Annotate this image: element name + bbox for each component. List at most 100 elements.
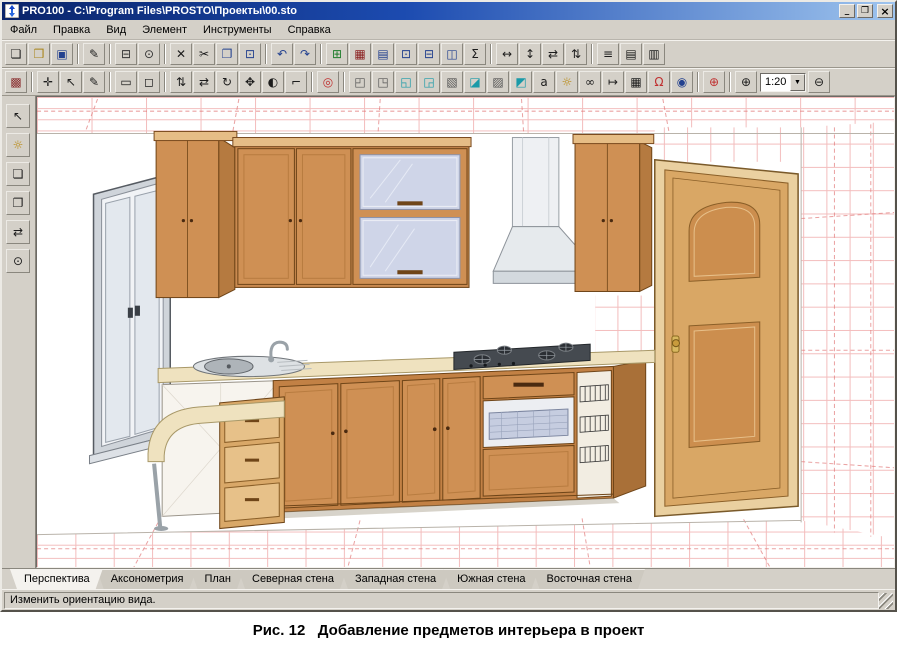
zoom-in-icon[interactable]: ⊕ (735, 71, 757, 93)
toolbar-separator (320, 44, 322, 64)
view-box-wire-icon[interactable]: ◰ (349, 71, 371, 93)
view-box-shaded-icon[interactable]: ◲ (418, 71, 440, 93)
redo-icon[interactable]: ↷ (294, 43, 316, 65)
resize-grip[interactable] (879, 593, 893, 609)
tab-south-wall[interactable]: Южная стена (443, 569, 538, 589)
toolbar-separator (164, 44, 166, 64)
tab-axonometry[interactable]: Аксонометрия (97, 569, 197, 589)
dimension-all-icon[interactable]: ⇅ (565, 43, 587, 65)
toolbar-separator (490, 44, 492, 64)
menu-edit[interactable]: Правка (45, 22, 98, 38)
page-properties-icon[interactable]: ✎ (83, 43, 105, 65)
show-top-view-icon[interactable]: ⊟ (418, 43, 440, 65)
tab-plan[interactable]: План (190, 569, 244, 589)
materials-list-icon[interactable]: ▤ (372, 43, 394, 65)
show-light-icon[interactable]: ☼ (556, 71, 578, 93)
show-dimensions-icon[interactable]: ↦ (602, 71, 624, 93)
pointer-mode-icon[interactable]: ▩ (5, 71, 27, 93)
dimension-height-icon[interactable]: ↕ (519, 43, 541, 65)
cut-icon[interactable]: ✂ (193, 43, 215, 65)
view-box-front-icon[interactable]: ◱ (395, 71, 417, 93)
link-tool-icon[interactable]: ⇄ (6, 220, 30, 244)
menu-element[interactable]: Элемент (134, 22, 195, 38)
price-list-icon[interactable]: ⊞ (326, 43, 348, 65)
toolbar-standard: ❏❒▣✎⊟⊙✕✂❐⊡↶↷⊞▦▤⊡⊟◫Σ↔↕⇄⇅≡▤▥ (2, 40, 895, 68)
undo-icon[interactable]: ↶ (271, 43, 293, 65)
align-vertical-icon[interactable]: ⇅ (170, 71, 192, 93)
draw-pencil-icon[interactable]: ✎ (83, 71, 105, 93)
tab-west-wall[interactable]: Западная стена (341, 569, 449, 589)
arrange-tool-icon[interactable]: ❐ (6, 191, 30, 215)
paste-icon[interactable]: ⊡ (239, 43, 261, 65)
menu-file[interactable]: Файл (2, 22, 45, 38)
statusbar: Изменить ориентацию вида. (2, 589, 895, 610)
toolbar-tools: ↖ ☼ ❏ ❐ ⇄ ⊙ (2, 96, 36, 568)
snap-center-icon[interactable]: ◎ (317, 71, 339, 93)
report-elements-icon[interactable]: ▤ (620, 43, 642, 65)
save-icon[interactable]: ▣ (51, 43, 73, 65)
move-element-icon[interactable]: ✥ (239, 71, 261, 93)
cut-list-icon[interactable]: ▦ (349, 43, 371, 65)
delete-icon[interactable]: ✕ (170, 43, 192, 65)
wall-cabinet-left[interactable] (154, 131, 237, 297)
tab-perspective[interactable]: Перспектива (10, 569, 103, 589)
toolbar-view: ▩ ✛↖✎ ▭◻ ⇅⇄↻✥◐⌐ ◎ ◰◳◱◲▧◪▨◩a☼∞↦▦Ω◉ ⊕ ⊕ 1:20 ▼ ⊖ (2, 68, 895, 96)
snap-sphere-icon[interactable]: ◉ (671, 71, 693, 93)
selection-lasso-icon[interactable]: ◻ (138, 71, 160, 93)
show-3d-view-icon[interactable]: ◫ (441, 43, 463, 65)
menu-view[interactable]: Вид (98, 22, 134, 38)
new-document-icon[interactable]: ❏ (5, 43, 27, 65)
toolbar-separator (31, 72, 33, 92)
mirror-icon[interactable]: ◐ (262, 71, 284, 93)
snap-target-icon[interactable]: ⊕ (703, 71, 725, 93)
menu-tools[interactable]: Инструменты (195, 22, 280, 38)
toolbar-separator (311, 72, 313, 92)
interior-door[interactable] (655, 160, 798, 517)
show-glasses-icon[interactable]: ∞ (579, 71, 601, 93)
zoom-out-icon[interactable]: ⊖ (808, 71, 830, 93)
align-horizontal-icon[interactable]: ⇄ (193, 71, 215, 93)
view-box-outline-icon[interactable]: ◩ (510, 71, 532, 93)
open-folder-icon[interactable]: ❒ (28, 43, 50, 65)
tab-north-wall[interactable]: Северная стена (238, 569, 347, 589)
close-button[interactable]: × (877, 4, 893, 18)
view-box-edges-icon[interactable]: ◪ (464, 71, 486, 93)
move-points-icon[interactable]: ✛ (37, 71, 59, 93)
tab-east-wall[interactable]: Восточная стена (533, 569, 645, 589)
dropdown-arrow-icon[interactable]: ▼ (790, 74, 805, 91)
sum-icon[interactable]: Σ (464, 43, 486, 65)
show-grid-icon[interactable]: ▦ (625, 71, 647, 93)
app-window: PRO100 - C:\Program Files\PROSTO\Проекты… (0, 0, 897, 612)
titlebar[interactable]: PRO100 - C:\Program Files\PROSTO\Проекты… (2, 2, 895, 20)
menu-help[interactable]: Справка (280, 22, 339, 38)
zoom-tool-icon[interactable]: ⊙ (6, 249, 30, 273)
select-tool-icon[interactable]: ↖ (6, 104, 30, 128)
report-details-icon[interactable]: ▥ (643, 43, 665, 65)
base-cabinets[interactable] (273, 360, 645, 518)
view-box-textured-icon[interactable]: ▧ (441, 71, 463, 93)
dimension-width-icon[interactable]: ↔ (496, 43, 518, 65)
report-summary-icon[interactable]: ≡ (597, 43, 619, 65)
wall-cabinet-right[interactable] (573, 134, 654, 291)
view-box-hidden-icon[interactable]: ▨ (487, 71, 509, 93)
minimize-button[interactable]: _ (839, 4, 855, 18)
show-text-icon[interactable]: a (533, 71, 555, 93)
print-preview-icon[interactable]: ⊙ (138, 43, 160, 65)
rotate-icon[interactable]: ↻ (216, 71, 238, 93)
view-box-solid-icon[interactable]: ◳ (372, 71, 394, 93)
light-tool-icon[interactable]: ☼ (6, 133, 30, 157)
select-cursor-icon[interactable]: ↖ (60, 71, 82, 93)
show-front-view-icon[interactable]: ⊡ (395, 43, 417, 65)
print-icon[interactable]: ⊟ (115, 43, 137, 65)
corner-join-icon[interactable]: ⌐ (285, 71, 307, 93)
status-text: Изменить ориентацию вида. (4, 592, 879, 609)
zoom-level-select[interactable]: 1:20 ▼ (760, 73, 806, 92)
new-sheet-tool-icon[interactable]: ❏ (6, 162, 30, 186)
copy-icon[interactable]: ❐ (216, 43, 238, 65)
wall-cabinets[interactable] (233, 138, 471, 288)
selection-frame-icon[interactable]: ▭ (115, 71, 137, 93)
design-canvas[interactable] (36, 96, 895, 568)
dimension-auto-icon[interactable]: ⇄ (542, 43, 564, 65)
snap-magnet-icon[interactable]: Ω (648, 71, 670, 93)
maximize-button[interactable]: ❐ (857, 4, 873, 18)
